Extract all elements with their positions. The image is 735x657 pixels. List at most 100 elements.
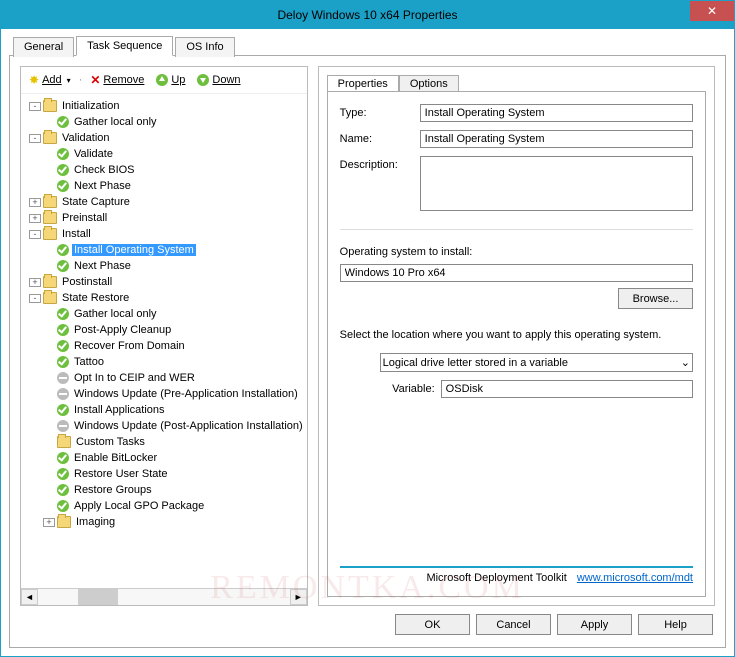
dialog-buttons: OK Cancel Apply Help: [20, 614, 715, 637]
close-button[interactable]: ✕: [690, 1, 734, 21]
check-icon: [57, 356, 69, 368]
check-icon: [57, 324, 69, 336]
folder-icon: [57, 516, 71, 528]
os-label: Operating system to install:: [340, 246, 693, 258]
check-icon: [57, 308, 69, 320]
tree-preinstall[interactable]: Preinstall: [60, 212, 109, 224]
check-icon: [57, 148, 69, 160]
check-icon: [57, 468, 69, 480]
browse-button[interactable]: Browse...: [618, 288, 693, 309]
inner-tab-options[interactable]: Options: [399, 75, 459, 92]
tree-item[interactable]: Opt In to CEIP and WER: [72, 372, 197, 384]
check-icon: [57, 500, 69, 512]
check-icon: [57, 340, 69, 352]
x-icon: ✕: [90, 73, 100, 87]
close-icon: ✕: [707, 4, 717, 18]
apply-button[interactable]: Apply: [557, 614, 632, 635]
cancel-button[interactable]: Cancel: [476, 614, 551, 635]
remove-button[interactable]: ✕Remove: [86, 71, 148, 89]
tree-imaging[interactable]: Imaging: [74, 516, 117, 528]
check-icon: [57, 116, 69, 128]
scroll-thumb[interactable]: [78, 589, 118, 605]
variable-label: Variable:: [380, 383, 435, 395]
check-icon: [57, 244, 69, 256]
disabled-icon: [57, 420, 69, 432]
help-button[interactable]: Help: [638, 614, 713, 635]
footer-link[interactable]: www.microsoft.com/mdt: [577, 572, 693, 584]
tree-item[interactable]: Tattoo: [72, 356, 106, 368]
tree-install[interactable]: Install: [60, 228, 93, 240]
tree-postinstall[interactable]: Postinstall: [60, 276, 114, 288]
tree-item[interactable]: Enable BitLocker: [72, 452, 159, 464]
sequence-panel: ✸Add▾ · ✕Remove Up Down -Initialization …: [20, 66, 308, 606]
tree-item[interactable]: Next Phase: [72, 260, 133, 272]
down-icon: [197, 74, 209, 86]
ok-button[interactable]: OK: [395, 614, 470, 635]
properties-panel: Properties Options Type: Name: Descripti…: [318, 66, 715, 606]
check-icon: [57, 484, 69, 496]
tree-item[interactable]: Custom Tasks: [74, 436, 147, 448]
desc-label: Description:: [340, 156, 420, 171]
chevron-down-icon: ⌄: [681, 356, 690, 369]
check-icon: [57, 180, 69, 192]
tree-item[interactable]: Windows Update (Pre-Application Installa…: [72, 388, 300, 400]
tree-item[interactable]: Gather local only: [72, 116, 159, 128]
inner-tab-properties[interactable]: Properties: [327, 75, 399, 92]
tab-task-sequence[interactable]: Task Sequence: [76, 36, 173, 56]
tree-item[interactable]: Restore Groups: [72, 484, 154, 496]
folder-icon: [43, 212, 57, 224]
scroll-right-icon[interactable]: ►: [290, 589, 307, 605]
tree-state-capture[interactable]: State Capture: [60, 196, 132, 208]
tree-item[interactable]: Gather local only: [72, 308, 159, 320]
down-button[interactable]: Down: [193, 72, 244, 88]
tree-install-os[interactable]: Install Operating System: [72, 244, 196, 256]
tree-item[interactable]: Post-Apply Cleanup: [72, 324, 173, 336]
disabled-icon: [57, 388, 69, 400]
folder-icon: [43, 292, 57, 304]
variable-field[interactable]: [441, 380, 693, 398]
tree-item[interactable]: Recover From Domain: [72, 340, 187, 352]
task-tree[interactable]: -Initialization Gather local only -Valid…: [21, 94, 307, 588]
tree-item[interactable]: Next Phase: [72, 180, 133, 192]
check-icon: [57, 260, 69, 272]
tree-initialization[interactable]: Initialization: [60, 100, 121, 112]
tree-item[interactable]: Install Applications: [72, 404, 167, 416]
footer-text: Microsoft Deployment Toolkit: [426, 572, 566, 584]
check-icon: [57, 404, 69, 416]
description-field[interactable]: [420, 156, 693, 211]
horizontal-scrollbar[interactable]: ◄ ►: [21, 588, 307, 605]
scroll-left-icon[interactable]: ◄: [21, 589, 38, 605]
folder-icon: [43, 276, 57, 288]
tree-item[interactable]: Validate: [72, 148, 115, 160]
sequence-toolbar: ✸Add▾ · ✕Remove Up Down: [21, 67, 307, 94]
disabled-icon: [57, 372, 69, 384]
check-icon: [57, 452, 69, 464]
tree-state-restore[interactable]: State Restore: [60, 292, 131, 304]
folder-icon: [43, 132, 57, 144]
up-icon: [156, 74, 168, 86]
window-title: Deloy Windows 10 x64 Properties: [277, 8, 457, 22]
tree-item[interactable]: Restore User State: [72, 468, 170, 480]
location-select[interactable]: Logical drive letter stored in a variabl…: [380, 353, 693, 372]
type-label: Type:: [340, 104, 420, 119]
tree-item[interactable]: Check BIOS: [72, 164, 137, 176]
tab-os-info[interactable]: OS Info: [175, 37, 234, 57]
tree-item[interactable]: Windows Update (Post-Application Install…: [72, 420, 305, 432]
type-field: [420, 104, 693, 122]
folder-icon: [57, 436, 71, 448]
name-field[interactable]: [420, 130, 693, 148]
properties-window: Deloy Windows 10 x64 Properties ✕ Genera…: [0, 0, 735, 657]
folder-icon: [43, 228, 57, 240]
os-field: [340, 264, 693, 282]
tree-validation[interactable]: Validation: [60, 132, 112, 144]
tab-general[interactable]: General: [13, 37, 74, 57]
titlebar: Deloy Windows 10 x64 Properties ✕: [1, 1, 734, 29]
tree-item[interactable]: Apply Local GPO Package: [72, 500, 206, 512]
tab-body: ✸Add▾ · ✕Remove Up Down -Initialization …: [9, 55, 726, 648]
folder-icon: [43, 100, 57, 112]
folder-icon: [43, 196, 57, 208]
location-label: Select the location where you want to ap…: [340, 329, 693, 341]
main-tabstrip: General Task Sequence OS Info: [13, 35, 734, 55]
add-button[interactable]: ✸Add▾: [25, 71, 75, 89]
up-button[interactable]: Up: [152, 72, 189, 88]
